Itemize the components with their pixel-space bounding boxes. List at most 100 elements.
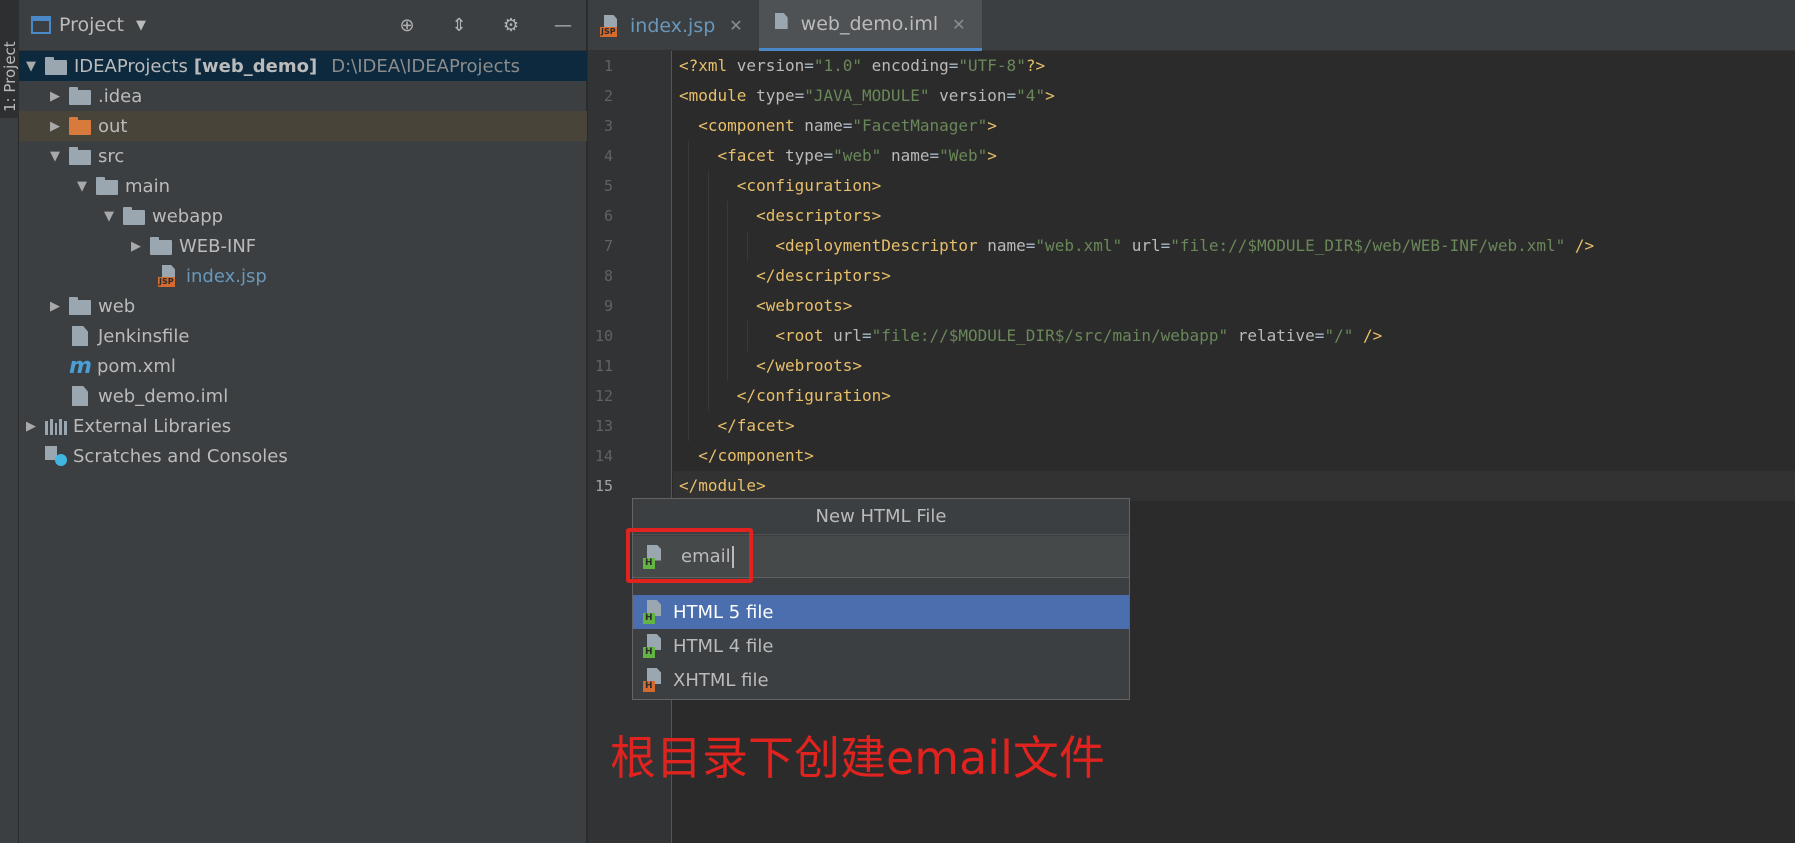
indent-guide [688, 141, 690, 441]
code-line: <module type="JAVA_MODULE" version="4"> [679, 86, 1055, 105]
line-number: 2 [603, 87, 613, 105]
current-line-highlight [673, 471, 1795, 501]
line-number: 8 [603, 267, 613, 285]
template-item[interactable]: H HTML 5 file [633, 595, 1129, 629]
folder-icon [150, 237, 172, 255]
expand-arrow-icon[interactable]: ▶ [47, 299, 63, 314]
code-line: <?xml version="1.0" encoding="UTF-8"?> [679, 56, 1046, 75]
html-file-icon: H [643, 668, 665, 692]
line-number: 15 [594, 477, 613, 495]
code-line: <configuration> [736, 176, 882, 195]
template-item-label: HTML 4 file [673, 635, 774, 657]
tree-item-jenkinsfile[interactable]: Jenkinsfile [19, 321, 587, 351]
tree-item-out[interactable]: ▶ out [19, 111, 587, 141]
code-line: <descriptors> [756, 206, 882, 225]
module-file-icon [771, 13, 793, 35]
tree-item-webapp[interactable]: ▼ webapp [19, 201, 587, 231]
expand-arrow-icon[interactable]: ▼ [47, 149, 63, 164]
scratches-icon [45, 446, 67, 466]
folder-icon [69, 87, 91, 105]
expand-arrow-icon[interactable]: ▼ [74, 179, 90, 194]
line-number: 11 [594, 357, 613, 375]
line-number: 12 [594, 387, 613, 405]
code-line: </configuration> [736, 386, 891, 405]
close-icon[interactable]: ✕ [952, 15, 965, 34]
editor-tabs: JSP index.jsp ✕ web_demo.iml ✕ [588, 0, 1795, 51]
locate-icon[interactable]: ⊕ [396, 14, 418, 36]
expand-arrow-icon[interactable]: ▶ [128, 239, 144, 254]
line-number: 6 [603, 207, 613, 225]
close-icon[interactable]: ✕ [729, 16, 742, 35]
code-line: <component name="FacetManager"> [698, 116, 997, 135]
expand-arrow-icon[interactable]: ▶ [23, 419, 39, 434]
code-line: <root url="file://$MODULE_DIR$/src/main/… [775, 326, 1383, 345]
line-number: 9 [603, 297, 613, 315]
excluded-folder-icon [69, 117, 91, 135]
code-line: </component> [698, 446, 814, 465]
project-window-icon [31, 16, 51, 34]
jsp-file-icon: JSP [158, 265, 180, 287]
tree-item-web[interactable]: ▶ web [19, 291, 587, 321]
web-folder-icon [123, 207, 145, 225]
tab-index-jsp[interactable]: JSP index.jsp ✕ [588, 0, 759, 51]
line-number: 13 [594, 417, 613, 435]
libraries-icon [45, 417, 67, 435]
highlight-box [626, 528, 753, 583]
module-file-icon [72, 386, 88, 406]
folder-icon [69, 147, 91, 165]
tool-window-stripe: 1: Project [0, 0, 19, 843]
gear-icon[interactable]: ⚙ [500, 14, 522, 36]
line-number: 3 [603, 117, 613, 135]
tree-item-pom-xml[interactable]: m pom.xml [19, 351, 587, 381]
chevron-down-icon[interactable]: ▼ [136, 18, 146, 33]
html-file-icon: H [643, 634, 665, 658]
tab-web-demo-iml[interactable]: web_demo.iml ✕ [758, 0, 982, 51]
line-number: 10 [594, 327, 613, 345]
expand-arrow-icon[interactable]: ▼ [23, 59, 39, 74]
code-line: <webroots> [756, 296, 853, 315]
tree-item-idea[interactable]: ▶ .idea [19, 81, 587, 111]
expand-arrow-icon[interactable]: ▶ [47, 119, 63, 134]
project-panel: Project ▼ ⊕ ⇕ ⚙ — ▼ IDEAProjects [web_de… [19, 0, 587, 843]
indent-guide [746, 231, 748, 261]
indent-guide [727, 201, 729, 381]
code-line: </descriptors> [756, 266, 891, 285]
folder-icon [69, 297, 91, 315]
expand-arrow-icon[interactable]: ▼ [101, 209, 117, 224]
minimize-icon[interactable]: — [552, 14, 574, 36]
tree-item-index-jsp[interactable]: JSP index.jsp [19, 261, 587, 291]
folder-icon [96, 177, 118, 195]
code-line: </webroots> [756, 356, 863, 375]
tree-item-web-inf[interactable]: ▶ WEB-INF [19, 231, 587, 261]
project-panel-header: Project ▼ ⊕ ⇕ ⚙ — [19, 0, 586, 51]
template-item[interactable]: H XHTML file [633, 663, 1129, 697]
template-list: H HTML 5 file H HTML 4 file H XHTML file [633, 595, 1129, 697]
tree-item-web-demo-iml[interactable]: web_demo.iml [19, 381, 587, 411]
indent-guide [746, 321, 748, 351]
project-tree: ▼ IDEAProjects [web_demo] D:\IDEA\IDEAPr… [19, 51, 587, 471]
project-view-selector[interactable]: Project [59, 14, 124, 36]
template-item-label: XHTML file [673, 669, 769, 691]
line-number: 14 [594, 447, 613, 465]
project-tool-tab[interactable]: 1: Project [0, 0, 19, 118]
expand-arrow-icon[interactable]: ▶ [47, 89, 63, 104]
tree-item-ideaprojects[interactable]: ▼ IDEAProjects [web_demo] D:\IDEA\IDEAPr… [19, 51, 587, 81]
template-item[interactable]: H HTML 4 file [633, 629, 1129, 663]
code-line: <facet type="web" name="Web"> [717, 146, 997, 165]
tree-item-src[interactable]: ▼ src [19, 141, 587, 171]
html-file-icon: H [643, 600, 665, 624]
line-number: 1 [603, 57, 613, 75]
code-line: <deploymentDescriptor name="web.xml" url… [775, 236, 1595, 255]
template-item-label: HTML 5 file [673, 601, 774, 623]
tree-item-external-libraries[interactable]: ▶ External Libraries [19, 411, 587, 441]
text-file-icon [72, 326, 88, 346]
maven-icon: m [69, 353, 92, 379]
line-number: 4 [603, 147, 613, 165]
collapse-icon[interactable]: ⇕ [448, 14, 470, 36]
line-number: 5 [603, 177, 613, 195]
line-number: 7 [603, 237, 613, 255]
tree-item-scratches[interactable]: Scratches and Consoles [19, 441, 587, 471]
tree-item-main[interactable]: ▼ main [19, 171, 587, 201]
jsp-file-icon: JSP [600, 14, 622, 37]
code-line: </module> [679, 476, 766, 495]
